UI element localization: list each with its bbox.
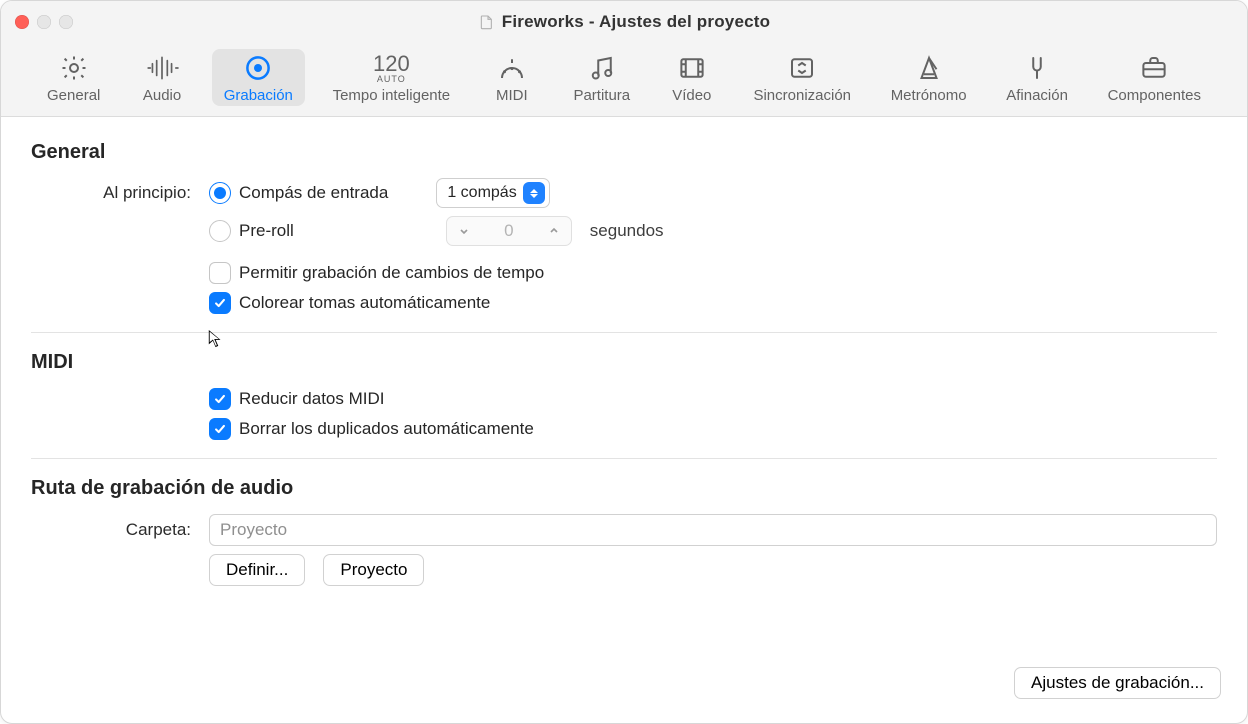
tab-recording[interactable]: Grabación — [212, 49, 305, 106]
tab-assets[interactable]: Componentes — [1096, 49, 1213, 106]
section-heading-midi: MIDI — [31, 351, 1217, 374]
checkbox-indicator — [209, 388, 231, 410]
tab-label: Audio — [143, 87, 181, 104]
use-project-folder-button-label: Proyecto — [340, 560, 407, 580]
allow-tempo-checkbox[interactable]: Permitir grabación de cambios de tempo — [209, 262, 544, 284]
zoom-window-button[interactable] — [59, 15, 73, 29]
tab-general[interactable]: General — [35, 49, 112, 106]
tab-label: Afinación — [1006, 87, 1068, 104]
tab-score[interactable]: Partitura — [561, 49, 642, 106]
start-label: Al principio: — [31, 183, 191, 203]
midi-icon — [497, 53, 527, 83]
auto-color-takes-label: Colorear tomas automáticamente — [239, 293, 490, 313]
preroll-radio-label: Pre-roll — [239, 221, 294, 241]
tab-tuning[interactable]: Afinación — [994, 49, 1080, 106]
window-title: Fireworks - Ajustes del proyecto — [502, 12, 770, 32]
tab-label: Vídeo — [672, 87, 711, 104]
auto-color-takes-checkbox[interactable]: Colorear tomas automáticamente — [209, 292, 490, 314]
tempo-icon: 120 AUTO — [373, 53, 410, 83]
tab-label: Metrónomo — [891, 87, 967, 104]
preroll-value: 0 — [481, 221, 537, 241]
project-settings-window: Fireworks - Ajustes del proyecto General… — [0, 0, 1248, 724]
use-project-folder-button[interactable]: Proyecto — [323, 554, 424, 586]
tab-label: MIDI — [496, 87, 528, 104]
checkbox-indicator — [209, 418, 231, 440]
folder-path-field[interactable]: Proyecto — [209, 514, 1217, 546]
tab-midi[interactable]: MIDI — [478, 49, 546, 106]
tempo-auto: AUTO — [377, 75, 406, 84]
allow-tempo-label: Permitir grabación de cambios de tempo — [239, 263, 544, 283]
document-icon — [478, 14, 494, 30]
waveform-icon — [145, 53, 179, 83]
record-icon — [243, 53, 273, 83]
chevron-down-icon[interactable] — [447, 217, 481, 245]
section-divider — [31, 458, 1217, 459]
tab-video[interactable]: Vídeo — [658, 49, 726, 106]
tuning-fork-icon — [1022, 53, 1052, 83]
preroll-radio[interactable]: Pre-roll — [209, 220, 294, 242]
filmstrip-icon — [677, 53, 707, 83]
recording-settings-button-label: Ajustes de grabación... — [1031, 673, 1204, 693]
section-divider — [31, 332, 1217, 333]
tab-label: Partitura — [573, 87, 630, 104]
tab-smart-tempo[interactable]: 120 AUTO Tempo inteligente — [321, 49, 463, 106]
recording-settings-button[interactable]: Ajustes de grabación... — [1014, 667, 1221, 699]
metronome-icon — [914, 53, 944, 83]
chevron-up-icon[interactable] — [537, 217, 571, 245]
folder-label: Carpeta: — [31, 520, 191, 540]
toolbar: General Audio Grabación 120 AUTO Tempo i… — [1, 43, 1247, 117]
gear-icon — [59, 53, 89, 83]
minimize-window-button[interactable] — [37, 15, 51, 29]
select-stepper-icon — [523, 182, 545, 204]
radio-indicator — [209, 182, 231, 204]
music-note-icon — [587, 53, 617, 83]
close-window-button[interactable] — [15, 15, 29, 29]
tempo-number: 120 — [373, 53, 410, 75]
section-heading-general: General — [31, 141, 1217, 164]
reduce-midi-checkbox[interactable]: Reducir datos MIDI — [209, 388, 385, 410]
set-folder-button-label: Definir... — [226, 560, 288, 580]
tab-label: General — [47, 87, 100, 104]
sync-icon — [787, 53, 817, 83]
briefcase-icon — [1139, 53, 1169, 83]
window-controls — [15, 15, 73, 29]
countin-bars-select[interactable]: 1 compás — [436, 178, 549, 208]
erase-duplicates-checkbox[interactable]: Borrar los duplicados automáticamente — [209, 418, 534, 440]
tab-sync[interactable]: Sincronización — [741, 49, 863, 106]
countin-radio[interactable]: Compás de entrada — [209, 182, 388, 204]
radio-indicator — [209, 220, 231, 242]
folder-path-value: Proyecto — [220, 520, 287, 540]
reduce-midi-label: Reducir datos MIDI — [239, 389, 385, 409]
content-area: General Al principio: Compás de entrada … — [1, 117, 1247, 723]
tab-label: Componentes — [1108, 87, 1201, 104]
checkbox-indicator — [209, 292, 231, 314]
tab-audio[interactable]: Audio — [128, 49, 196, 106]
tab-label: Grabación — [224, 87, 293, 104]
set-folder-button[interactable]: Definir... — [209, 554, 305, 586]
erase-duplicates-label: Borrar los duplicados automáticamente — [239, 419, 534, 439]
preroll-unit: segundos — [590, 221, 664, 241]
titlebar: Fireworks - Ajustes del proyecto — [1, 1, 1247, 43]
countin-bars-value: 1 compás — [447, 184, 516, 202]
countin-radio-label: Compás de entrada — [239, 183, 388, 203]
section-heading-audio-path: Ruta de grabación de audio — [31, 477, 1217, 500]
tab-metronome[interactable]: Metrónomo — [879, 49, 979, 106]
tab-label: Tempo inteligente — [333, 87, 451, 104]
preroll-seconds-stepper[interactable]: 0 — [446, 216, 572, 246]
tab-label: Sincronización — [753, 87, 851, 104]
checkbox-indicator — [209, 262, 231, 284]
